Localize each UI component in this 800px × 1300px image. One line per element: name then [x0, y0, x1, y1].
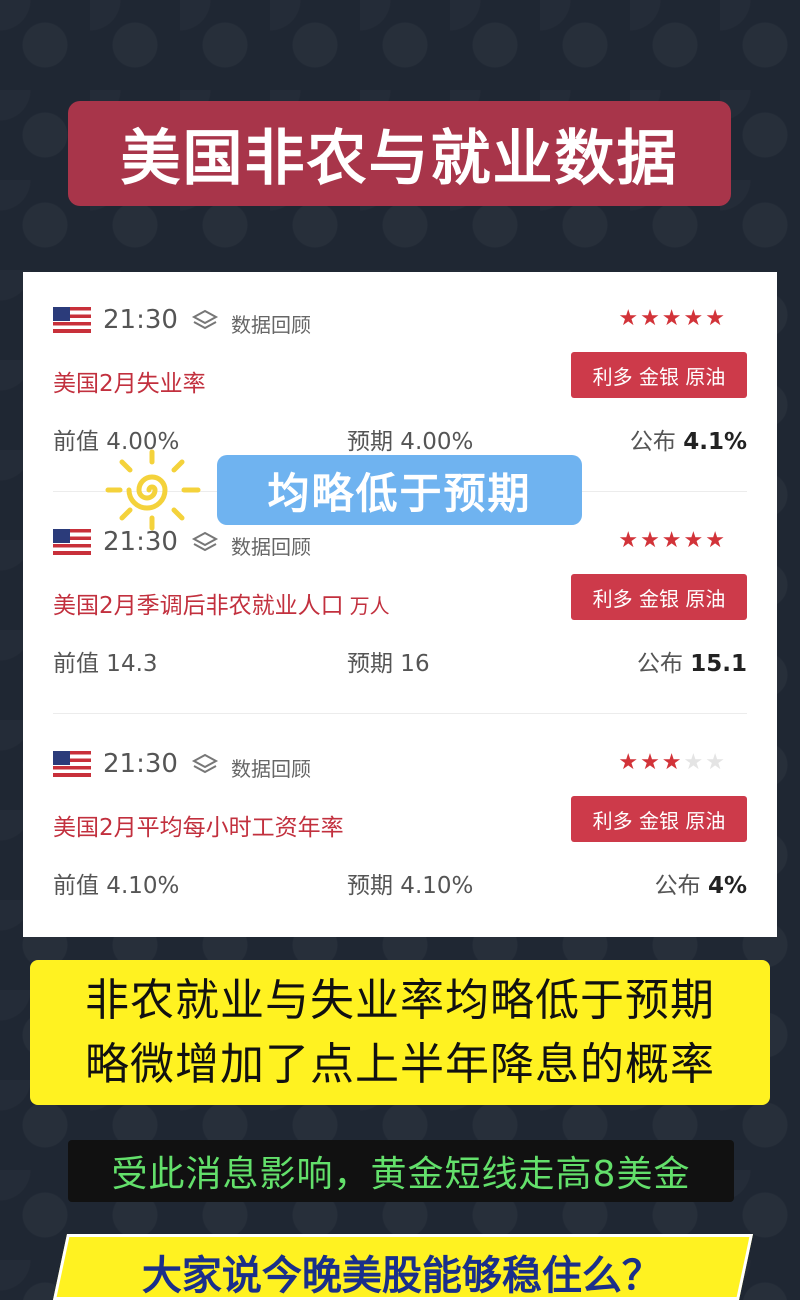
- star-icon: ★: [705, 528, 727, 553]
- star-icon: ★: [661, 528, 684, 553]
- star-icon: ★: [683, 306, 706, 331]
- actual-value: 公布 15.1: [636, 651, 747, 677]
- data-review-label: 数据回顾: [231, 757, 311, 781]
- note-box: 受此消息影响，黄金短线走高8美金: [68, 1140, 734, 1202]
- importance-stars: ★★★★★: [618, 306, 727, 331]
- layers-icon: [191, 309, 219, 330]
- summary-line: 略微增加了点上半年降息的概率: [85, 1038, 715, 1090]
- bottom-text: 大家说今晚美股能够稳住么？: [141, 1253, 662, 1299]
- us-flag-icon: [53, 529, 91, 555]
- calendar-event[interactable]: 21:30 数据回顾 ★★★★★ 美国2月平均每小时工资年率 利多 金银 原油 …: [23, 716, 777, 936]
- event-title[interactable]: 美国2月失业率: [53, 364, 212, 398]
- star-icon: ★: [618, 528, 641, 553]
- star-icon: ★: [640, 306, 662, 331]
- page-title: 美国非农与就业数据: [120, 124, 679, 194]
- actual-value: 公布 4%: [654, 873, 747, 899]
- us-flag-icon: [53, 751, 91, 777]
- summary-box: 非农就业与失业率均略低于预期 略微增加了点上半年降息的概率: [30, 960, 770, 1105]
- event-title[interactable]: 美国2月平均每小时工资年率: [53, 808, 350, 842]
- forecast-value: 预期 4.10%: [347, 873, 474, 899]
- forecast-value: 预期 4.00%: [347, 429, 474, 455]
- calendar-card: 21:30 数据回顾 ★★★★★ 美国2月失业率 利多 金银 原油 前值 4.0…: [23, 272, 777, 937]
- actual-value: 公布 4.1%: [629, 429, 747, 455]
- star-icon: ★: [705, 306, 727, 331]
- star-icon: ★: [683, 750, 706, 775]
- star-icon: ★: [705, 750, 727, 775]
- star-icon: ★: [661, 750, 684, 775]
- forecast-value: 预期 16: [347, 651, 430, 677]
- importance-stars: ★★★★★: [618, 528, 727, 553]
- previous-value: 前值 4.10%: [53, 873, 180, 899]
- star-icon: ★: [661, 306, 684, 331]
- impact-tag[interactable]: 利多 金银 原油: [571, 574, 747, 620]
- note-text: 受此消息影响，黄金短线走高8美金: [111, 1154, 691, 1195]
- star-icon: ★: [683, 528, 706, 553]
- title-banner: 美国非农与就业数据: [68, 101, 731, 206]
- overlay-label: 均略低于预期: [217, 455, 582, 525]
- data-review-label: 数据回顾: [231, 313, 311, 337]
- event-time: 21:30: [103, 749, 178, 779]
- event-time: 21:30: [103, 305, 178, 335]
- summary-line: 非农就业与失业率均略低于预期: [85, 974, 715, 1026]
- star-icon: ★: [640, 750, 662, 775]
- layers-icon: [191, 753, 219, 774]
- divider: [53, 713, 747, 714]
- sun-icon: [105, 449, 201, 531]
- impact-tag[interactable]: 利多 金银 原油: [571, 352, 747, 398]
- star-icon: ★: [618, 750, 641, 775]
- previous-value: 前值 14.3: [53, 651, 158, 677]
- star-icon: ★: [618, 306, 641, 331]
- bottom-banner: 大家说今晚美股能够稳住么？: [52, 1234, 754, 1300]
- star-icon: ★: [640, 528, 662, 553]
- importance-stars: ★★★★★: [618, 750, 727, 775]
- impact-tag[interactable]: 利多 金银 原油: [571, 796, 747, 842]
- data-review-label: 数据回顾: [231, 535, 311, 559]
- us-flag-icon: [53, 307, 91, 333]
- event-title[interactable]: 美国2月季调后非农就业人口 万人: [53, 586, 390, 620]
